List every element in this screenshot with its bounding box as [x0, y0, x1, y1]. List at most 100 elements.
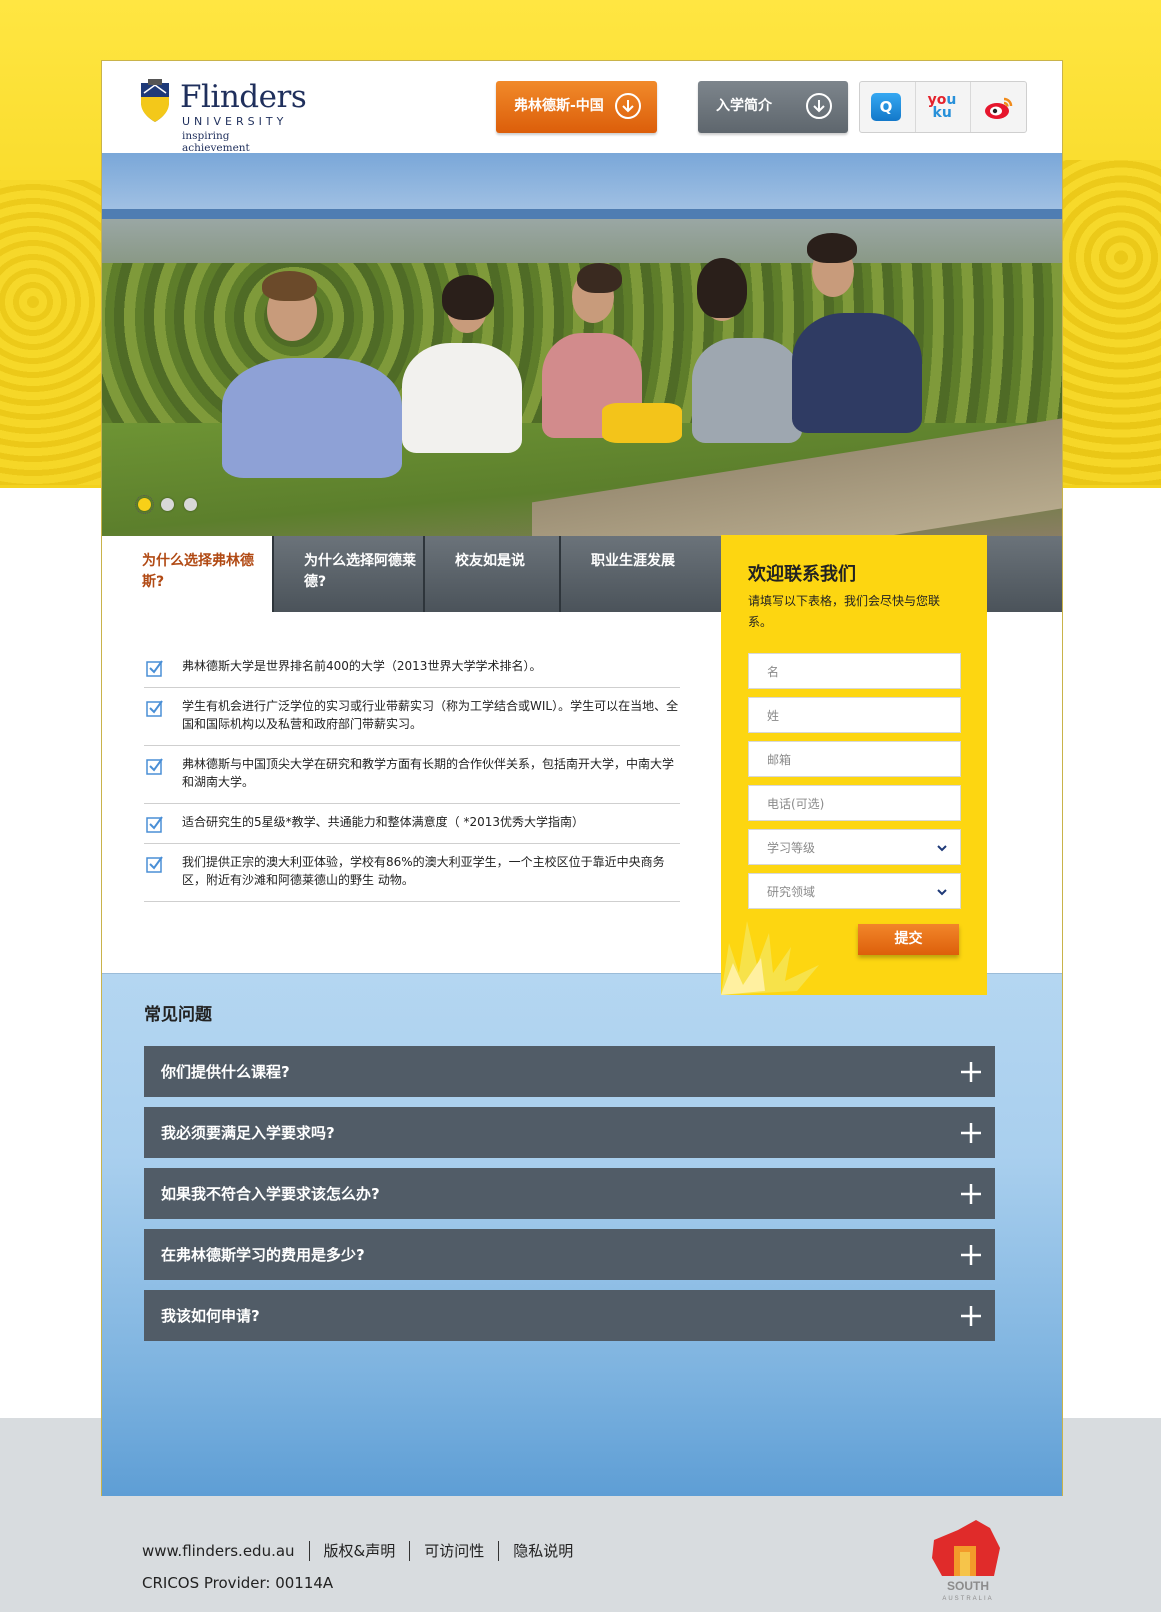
logo-name: Flinders — [180, 79, 307, 115]
main-container: Flinders UNIVERSITY inspiring achievemen… — [101, 60, 1063, 1496]
plus-icon — [961, 1184, 981, 1204]
background-trees-left — [0, 180, 110, 485]
admission-intro-button[interactable]: 入学简介 — [698, 81, 848, 133]
checkbox-icon — [146, 758, 163, 775]
tab-why-adelaide[interactable]: 为什么选择阿德莱德? — [272, 536, 423, 612]
footer-separator — [308, 1540, 310, 1561]
list-item: 弗林德斯与中国顶尖大学在研究和教学方面有长期的合作伙伴关系，包括南开大学，中南大… — [144, 746, 680, 804]
sa-logo-word1: SOUTH — [947, 1579, 989, 1593]
list-item-text: 学生有机会进行广泛学位的实习或行业带薪实习（称为工学结合或WIL）。学生可以在当… — [182, 699, 679, 731]
crest-icon — [141, 79, 169, 122]
logo-university: UNIVERSITY — [182, 115, 288, 128]
checkbox-icon — [146, 660, 163, 677]
faq-section: 常见问题 你们提供什么课程? 我必须要满足入学要求吗? 如果我不符合入学要求该怎… — [102, 973, 1062, 1496]
last-name-field[interactable]: 姓 — [748, 697, 961, 733]
carousel-dot[interactable] — [135, 495, 154, 514]
youku-icon: you ku — [927, 92, 957, 121]
benefits-list: 弗林德斯大学是世界排名前400的大学（2013世界大学学术排名）。 学生有机会进… — [144, 648, 680, 902]
plus-icon — [961, 1306, 981, 1326]
checkbox-icon — [146, 816, 163, 833]
plus-icon — [961, 1062, 981, 1082]
download-arrow-icon — [615, 93, 641, 119]
admission-intro-label: 入学简介 — [716, 98, 772, 114]
list-item-text: 适合研究生的5星级*教学、共通能力和整体满意度（ *2013优秀大学指南） — [182, 815, 584, 829]
tab-alumni[interactable]: 校友如是说 — [423, 536, 559, 612]
footer: www.flinders.edu.au 版权&声明 可访问性 隐私说明 CRIC… — [142, 1540, 573, 1592]
faq-title: 常见问题 — [144, 1005, 212, 1025]
plus-icon — [961, 1245, 981, 1265]
student-hair — [577, 263, 622, 293]
qq-link[interactable]: Q — [860, 82, 916, 132]
sa-logo-word2: AUSTRALIA — [942, 1596, 993, 1602]
footer-link-copyright[interactable]: 版权&声明 — [324, 1540, 396, 1561]
student-hair — [807, 233, 857, 263]
tab-career[interactable]: 职业生涯发展 — [559, 536, 724, 612]
carousel-dots — [135, 495, 197, 514]
faq-item[interactable]: 如果我不符合入学要求该怎么办? — [144, 1168, 995, 1219]
sunburst-decoration — [721, 921, 819, 995]
plus-icon — [961, 1123, 981, 1143]
flinders-china-button[interactable]: 弗林德斯-中国 — [496, 81, 657, 133]
hero-banner — [102, 153, 1062, 536]
study-level-select[interactable]: 学习等级 — [748, 829, 961, 865]
faq-item[interactable]: 你们提供什么课程? — [144, 1046, 995, 1097]
faq-question: 如果我不符合入学要求该怎么办? — [161, 1185, 380, 1203]
faq-question: 我必须要满足入学要求吗? — [161, 1124, 335, 1142]
study-area-select[interactable]: 研究领域 — [748, 873, 961, 909]
south-australia-logo: SOUTH AUSTRALIA — [932, 1520, 1000, 1602]
list-item-text: 弗林德斯大学是世界排名前400的大学（2013世界大学学术排名）。 — [182, 659, 542, 673]
list-item: 学生有机会进行广泛学位的实习或行业带薪实习（称为工学结合或WIL）。学生可以在当… — [144, 688, 680, 746]
student-figure — [222, 358, 402, 478]
phone-field[interactable]: 电话(可选) — [748, 785, 961, 821]
footer-link-privacy[interactable]: 隐私说明 — [513, 1540, 573, 1561]
checkbox-icon — [146, 856, 163, 873]
footer-link-accessibility[interactable]: 可访问性 — [424, 1540, 484, 1561]
cricos-provider: CRICOS Provider: 00114A — [142, 1574, 334, 1592]
footer-separator — [409, 1540, 411, 1561]
flinders-logo[interactable]: Flinders UNIVERSITY inspiring achievemen… — [140, 67, 307, 154]
email-field[interactable]: 邮箱 — [748, 741, 961, 777]
qq-icon: Q — [871, 93, 901, 121]
chevron-down-icon — [937, 889, 947, 896]
faq-question: 在弗林德斯学习的费用是多少? — [161, 1246, 365, 1264]
logo-tagline: inspiring achievement — [182, 130, 250, 154]
social-links: Q you ku — [859, 81, 1027, 133]
carousel-dot[interactable] — [161, 498, 174, 511]
study-level-value: 学习等级 — [767, 841, 816, 855]
faq-question: 你们提供什么课程? — [161, 1063, 290, 1081]
list-item-text: 弗林德斯与中国顶尖大学在研究和教学方面有长期的合作伙伴关系，包括南开大学，中南大… — [182, 757, 675, 789]
weibo-link[interactable] — [971, 82, 1026, 132]
list-item: 适合研究生的5星级*教学、共通能力和整体满意度（ *2013优秀大学指南） — [144, 804, 680, 844]
faq-item[interactable]: 我该如何申请? — [144, 1290, 995, 1341]
yellow-bag — [602, 403, 682, 443]
contact-title: 欢迎联系我们 — [748, 564, 856, 585]
header: Flinders UNIVERSITY inspiring achievemen… — [102, 61, 1062, 155]
weibo-icon — [985, 97, 1013, 119]
faq-item[interactable]: 在弗林德斯学习的费用是多少? — [144, 1229, 995, 1280]
contact-form: 欢迎联系我们 请填写以下表格，我们会尽快与您联系。 名 姓 邮箱 电话(可选) … — [721, 535, 987, 995]
footer-separator — [498, 1540, 500, 1561]
youku-link[interactable]: you ku — [916, 82, 972, 132]
list-item: 弗林德斯大学是世界排名前400的大学（2013世界大学学术排名）。 — [144, 648, 680, 688]
student-figure — [792, 313, 922, 433]
chevron-down-icon — [937, 845, 947, 852]
submit-button[interactable]: 提交 — [858, 924, 959, 955]
student-hair — [697, 258, 747, 318]
download-arrow-icon — [806, 93, 832, 119]
footer-links: www.flinders.edu.au 版权&声明 可访问性 隐私说明 — [142, 1540, 573, 1561]
student-figure — [402, 343, 522, 453]
student-figure — [692, 338, 802, 443]
faq-question: 我该如何申请? — [161, 1307, 260, 1325]
checkbox-icon — [146, 700, 163, 717]
background-trees-right — [1061, 160, 1161, 485]
tab-why-flinders[interactable]: 为什么选择弗林德斯? — [102, 536, 272, 612]
student-hair — [442, 275, 494, 320]
study-area-value: 研究领域 — [767, 885, 816, 899]
faq-item[interactable]: 我必须要满足入学要求吗? — [144, 1107, 995, 1158]
first-name-field[interactable]: 名 — [748, 653, 961, 689]
flinders-china-label: 弗林德斯-中国 — [514, 98, 604, 114]
carousel-dot[interactable] — [184, 498, 197, 511]
list-item: 我们提供正宗的澳大利亚体验，学校有86%的澳大利亚学生，一个主校区位于靠近中央商… — [144, 844, 680, 902]
list-item-text: 我们提供正宗的澳大利亚体验，学校有86%的澳大利亚学生，一个主校区位于靠近中央商… — [182, 855, 665, 887]
footer-link-website[interactable]: www.flinders.edu.au — [142, 1542, 295, 1560]
